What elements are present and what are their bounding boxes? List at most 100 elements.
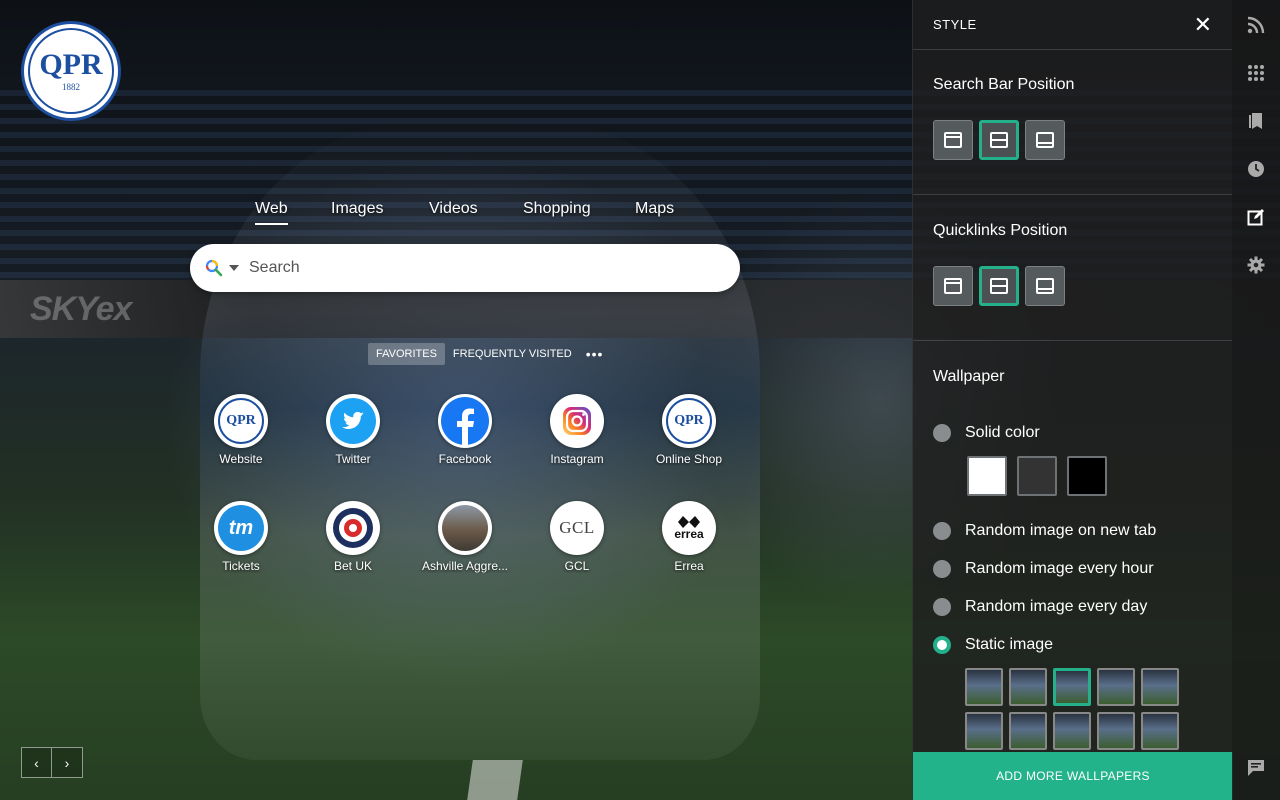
swatch-white[interactable] [967,456,1007,496]
quicklink-facebook[interactable]: Facebook [415,394,515,466]
tm-icon: tm [214,501,268,555]
option-label: Solid color [965,424,1040,441]
qpr-mini-monogram: QPR [218,398,264,444]
search-bar [190,244,740,292]
quicklink-bet-uk[interactable]: Bet UK [303,501,403,573]
wallpaper-thumbnail[interactable] [1097,668,1135,706]
wallpaper-option-random-new-tab[interactable]: Random image on new tab [933,522,1212,540]
apps-grid-icon[interactable] [1246,63,1266,83]
position-options [933,266,1212,340]
board-text: SKYex [30,290,132,328]
tab-maps[interactable]: Maps [635,200,674,223]
gcl-icon-text: GCL [559,518,595,537]
club-logo[interactable]: QPR 1882 [21,21,121,121]
search-input[interactable] [249,259,709,277]
option-label: Random image every hour [965,560,1154,577]
bookmark-icon[interactable] [1246,111,1266,131]
wallpaper-thumbnail[interactable] [1097,712,1135,750]
search-type-tabs: Web Images Videos Shopping Maps [0,200,912,230]
color-swatches [967,456,1212,496]
position-top-button[interactable] [933,120,973,160]
radio-button[interactable] [933,522,951,540]
wallpaper-thumbnail[interactable] [1009,668,1047,706]
next-wallpaper-button[interactable]: › [52,747,83,778]
feedback-icon[interactable] [1246,758,1266,778]
more-options-icon[interactable]: ••• [586,346,604,362]
quicklink-label: Facebook [438,452,492,466]
quicklink-tickets[interactable]: tm Tickets [191,501,291,573]
wallpaper-option-static[interactable]: Static image [933,636,1212,654]
wallpaper-thumbnail[interactable] [1141,712,1179,750]
panel-title: STYLE [933,17,977,32]
quicklink-label: Website [219,452,263,466]
quicklinks-position-section: Quicklinks Position [913,195,1232,341]
previous-wallpaper-button[interactable]: ‹ [21,747,52,778]
tab-frequently-visited[interactable]: FREQUENTLY VISITED [445,343,580,365]
quicklink-twitter[interactable]: Twitter [303,394,403,466]
quicklink-label: Bet UK [333,559,372,573]
settings-gear-icon[interactable] [1246,255,1266,275]
tab-web[interactable]: Web [255,200,288,225]
quicklinks-tabs: FAVORITES FREQUENTLY VISITED ••• [368,342,603,366]
quicklink-label: Errea [674,559,704,573]
position-middle-button[interactable] [979,120,1019,160]
position-middle-button[interactable] [979,266,1019,306]
style-panel-header: STYLE ✕ [913,0,1232,50]
quicklink-online-shop[interactable]: QPR Online Shop [639,394,739,466]
wallpaper-thumbnail[interactable] [1053,712,1091,750]
wallpaper-thumbnails [965,668,1185,750]
wallpaper-option-solid-color[interactable]: Solid color [933,424,1212,442]
quicklink-label: Tickets [222,559,260,573]
add-more-wallpapers-button[interactable]: ADD MORE WALLPAPERS [913,752,1233,800]
ashville-photo [442,505,488,551]
rss-icon[interactable] [1246,15,1266,35]
position-bottom-button[interactable] [1025,120,1065,160]
quicklink-gcl[interactable]: GCL GCL [527,501,627,573]
close-icon[interactable]: ✕ [1194,13,1212,35]
pitch-line [467,760,523,800]
wallpaper-thumbnail[interactable] [1009,712,1047,750]
quicklink-errea[interactable]: errea Errea [639,501,739,573]
section-title: Search Bar Position [933,76,1075,93]
errea-logo: errea [674,516,704,541]
position-top-button[interactable] [933,266,973,306]
wallpaper-thumbnail-selected[interactable] [1053,668,1091,706]
quicklink-ashville[interactable]: Ashville Aggre... [415,501,515,573]
ashville-photo-icon [438,501,492,555]
radio-button[interactable] [933,424,951,442]
edit-style-icon[interactable] [1246,207,1266,227]
radio-button[interactable] [933,560,951,578]
layout-top-icon [944,132,962,148]
swatch-dark-gray[interactable] [1017,456,1057,496]
errea-icon-text: errea [674,527,704,541]
quicklink-website[interactable]: QPR Website [191,394,291,466]
wallpaper-option-random-hour[interactable]: Random image every hour [933,560,1212,578]
tab-images[interactable]: Images [331,200,383,223]
tab-favorites[interactable]: FAVORITES [368,343,445,365]
quicklink-instagram[interactable]: Instagram [527,394,627,466]
swatch-black[interactable] [1067,456,1107,496]
section-title: Wallpaper [933,368,1005,385]
club-logo-monogram: QPR [39,48,103,81]
qpr-logo-icon: QPR [662,394,716,448]
wallpaper-option-random-day[interactable]: Random image every day [933,598,1212,616]
quicklink-label: Twitter [335,452,371,466]
tab-videos[interactable]: Videos [429,200,478,223]
wallpaper-thumbnail[interactable] [965,712,1003,750]
club-logo-ring: QPR 1882 [28,28,114,114]
qpr-logo-icon: QPR [214,394,268,448]
quicklink-label: Ashville Aggre... [421,559,509,573]
radio-button-checked[interactable] [933,636,951,654]
twitter-icon [326,394,380,448]
position-bottom-button[interactable] [1025,266,1065,306]
tab-shopping[interactable]: Shopping [523,200,591,223]
option-label: Random image every day [965,598,1148,615]
wallpaper-thumbnail[interactable] [965,668,1003,706]
search-engine-selector[interactable] [205,259,239,277]
wallpaper-nav: ‹ › [21,747,83,778]
position-options [933,120,1212,194]
radio-button[interactable] [933,598,951,616]
history-clock-icon[interactable] [1246,159,1266,179]
wallpaper-thumbnail[interactable] [1141,668,1179,706]
right-sidebar [1232,0,1280,800]
